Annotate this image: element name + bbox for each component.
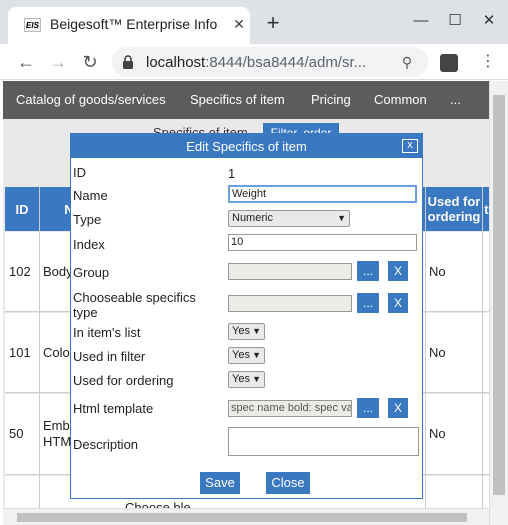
clipboard-icon[interactable] — [440, 54, 458, 72]
address-bar[interactable]: localhost:8444/bsa8444/adm/sr... ⚲ — [112, 47, 428, 77]
chooseable-type-input — [228, 295, 352, 312]
chevron-down-icon: ▼ — [252, 374, 261, 384]
html-template-label: Html template — [73, 401, 154, 416]
html-template-select-button[interactable]: ... — [357, 398, 379, 418]
minimize-icon[interactable]: — — [410, 10, 432, 32]
used-ordering-select-value: Yes — [232, 373, 250, 385]
tab-title: Beigesoft™ Enterprise Info — [50, 16, 218, 32]
vertical-scroll-thumb[interactable] — [493, 95, 505, 495]
app-nav: Catalog of goods/services Specifics of i… — [3, 81, 489, 119]
forward-icon[interactable]: → — [46, 50, 70, 74]
used-ordering-label: Used for ordering — [73, 373, 174, 388]
dialog-title: Edit Specifics of item — [186, 139, 307, 154]
nav-item-common[interactable]: Common — [374, 92, 427, 107]
nav-item-specifics[interactable]: Specifics of item — [190, 92, 285, 107]
html-template-clear-button[interactable]: X — [388, 398, 408, 418]
url-path: :8444/bsa8444/adm/sr... — [205, 54, 367, 71]
id-label: ID — [73, 165, 86, 180]
nav-item-catalog[interactable]: Catalog of goods/services — [16, 92, 166, 107]
html-template-input: spec name bold: spec va — [228, 400, 352, 417]
column-divider — [482, 187, 483, 510]
row-name: Embe HTM — [43, 418, 77, 449]
nav-item-more[interactable]: ... — [450, 92, 461, 107]
lock-icon — [123, 55, 133, 69]
chooseable-clear-button[interactable]: X — [388, 293, 408, 313]
favicon-icon: EIS — [24, 18, 41, 32]
horizontal-scrollbar[interactable] — [3, 508, 489, 525]
used-filter-label: Used in filter — [73, 349, 146, 364]
new-tab-icon[interactable]: + — [262, 12, 284, 34]
used-filter-select-value: Yes — [232, 349, 250, 361]
column-header-used-for-ordering: Used for ordering — [427, 194, 481, 224]
row-used-for-ordering: No — [429, 345, 446, 360]
row-used-for-ordering: No — [429, 264, 446, 279]
horizontal-scroll-thumb[interactable] — [17, 513, 467, 522]
in-list-select-value: Yes — [232, 325, 250, 337]
index-input[interactable]: 10 — [228, 234, 417, 251]
chevron-down-icon: ▼ — [252, 350, 261, 360]
browser-toolbar: ← → ↻ localhost:8444/bsa8444/adm/sr... ⚲… — [0, 44, 508, 80]
chevron-down-icon: ▼ — [252, 326, 261, 336]
in-list-label: In item's list — [73, 325, 141, 340]
type-select-value: Numeric — [232, 212, 273, 224]
column-divider — [39, 187, 40, 510]
used-filter-select[interactable]: Yes ▼ — [228, 347, 265, 364]
row-used-for-ordering: No — [429, 426, 446, 441]
menu-icon[interactable]: ⋮ — [480, 52, 496, 72]
dialog-header: Edit Specifics of item x — [71, 134, 422, 158]
back-icon[interactable]: ← — [14, 50, 38, 74]
name-input[interactable]: Weight — [228, 185, 417, 203]
column-header-id: ID — [15, 201, 29, 217]
group-clear-button[interactable]: X — [388, 261, 408, 281]
window-close-icon[interactable]: ✕ — [478, 10, 500, 32]
reload-icon[interactable]: ↻ — [78, 50, 102, 74]
group-label: Group — [73, 265, 110, 280]
row-id: 101 — [9, 345, 31, 360]
zoom-icon[interactable]: ⚲ — [398, 53, 416, 71]
chevron-down-icon: ▼ — [337, 213, 346, 223]
used-ordering-select[interactable]: Yes ▼ — [228, 371, 265, 388]
name-label: Name — [73, 188, 108, 203]
close-button[interactable]: Close — [266, 472, 310, 494]
nav-item-pricing[interactable]: Pricing — [311, 92, 351, 107]
browser-tab[interactable]: EIS Beigesoft™ Enterprise Info ✕ — [8, 7, 250, 44]
url-text: localhost:8444/bsa8444/adm/sr... — [146, 54, 396, 71]
dialog-close-button[interactable]: x — [402, 139, 418, 153]
vertical-scrollbar[interactable] — [489, 81, 508, 525]
edit-dialog: Edit Specifics of item x ID 1 Name Weigh… — [70, 133, 423, 499]
tab-close-icon[interactable]: ✕ — [228, 13, 250, 35]
browser-tab-bar: EIS Beigesoft™ Enterprise Info ✕ + — ☐ ✕ — [0, 0, 508, 44]
row-name: Body — [43, 264, 73, 279]
index-label: Index — [73, 237, 105, 252]
maximize-icon[interactable]: ☐ — [444, 10, 466, 32]
id-value: 1 — [228, 166, 236, 181]
save-button[interactable]: Save — [200, 472, 240, 494]
row-id: 102 — [9, 264, 31, 279]
type-label: Type — [73, 212, 102, 227]
chooseable-select-button[interactable]: ... — [357, 293, 379, 313]
type-select[interactable]: Numeric ▼ — [228, 210, 350, 227]
chooseable-type-label: Chooseable specifics type — [73, 290, 196, 320]
description-textarea[interactable] — [228, 427, 419, 456]
url-host: localhost — [146, 54, 206, 71]
group-input — [228, 263, 352, 280]
description-label: Description — [73, 437, 139, 452]
group-select-button[interactable]: ... — [357, 261, 379, 281]
in-list-select[interactable]: Yes ▼ — [228, 323, 265, 340]
column-divider — [425, 187, 426, 510]
row-id: 50 — [9, 426, 24, 441]
